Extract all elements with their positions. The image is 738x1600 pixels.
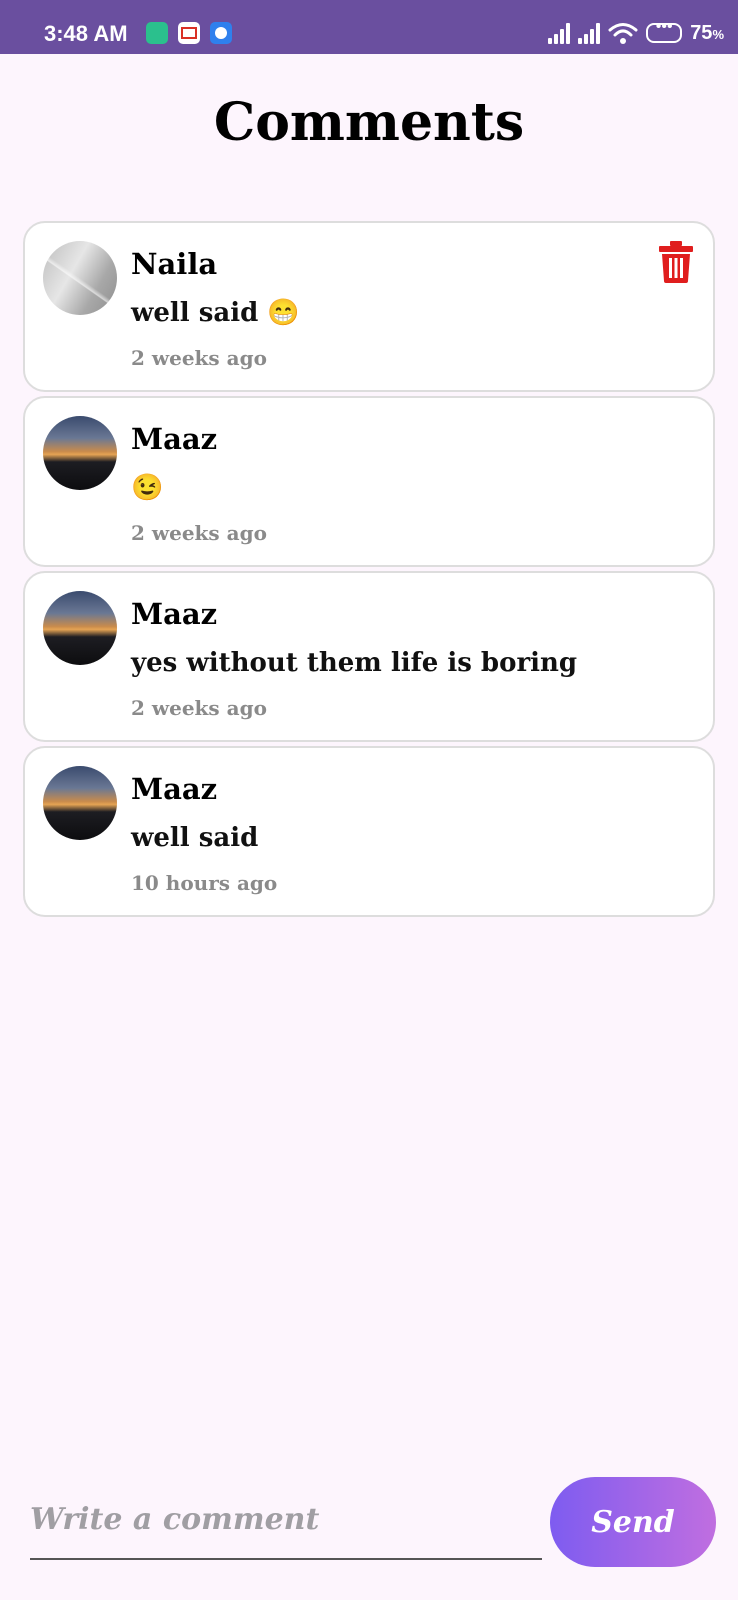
comment-card: Naila well said 😁 2 weeks ago xyxy=(23,221,715,392)
comment-text: well said 😁 xyxy=(131,298,300,328)
battery-icon xyxy=(646,18,683,43)
page-title: Comments xyxy=(213,92,525,153)
comment-composer xyxy=(30,1480,542,1562)
comment-card: Maaz yes without them life is boring 2 w… xyxy=(23,571,715,742)
status-time: 3:48 AM xyxy=(44,21,128,46)
gmail-icon xyxy=(178,22,200,44)
comment-timestamp: 2 weeks ago xyxy=(131,521,267,545)
comment-text: well said xyxy=(131,823,259,853)
comment-timestamp: 2 weeks ago xyxy=(131,696,267,720)
signal-icon xyxy=(578,22,601,44)
comment-card: Maaz 😉 2 weeks ago xyxy=(23,396,715,567)
avatar[interactable] xyxy=(43,766,117,840)
avatar[interactable] xyxy=(43,591,117,665)
comment-timestamp: 10 hours ago xyxy=(131,871,278,895)
avatar[interactable] xyxy=(43,241,117,315)
status-bar: 3:48 AM 75% xyxy=(0,0,738,54)
notification-icons xyxy=(146,22,232,44)
comment-card: Maaz well said 10 hours ago xyxy=(23,746,715,917)
status-indicators: 75% xyxy=(548,18,724,48)
commenter-name: Maaz xyxy=(131,772,218,806)
send-button[interactable]: Send xyxy=(550,1477,716,1567)
signal-icon xyxy=(548,22,571,44)
comment-list: Naila well said 😁 2 weeks ago Maaz 😉 2 w… xyxy=(23,221,715,921)
comment-input[interactable] xyxy=(30,1480,542,1560)
commenter-name: Maaz xyxy=(131,422,218,456)
commenter-name: Maaz xyxy=(131,597,218,631)
avatar[interactable] xyxy=(43,416,117,490)
commenter-name: Naila xyxy=(131,247,218,281)
messenger-icon xyxy=(210,22,232,44)
comment-timestamp: 2 weeks ago xyxy=(131,346,267,370)
shield-app-icon xyxy=(146,22,168,44)
comment-text: yes without them life is boring xyxy=(131,648,578,678)
wifi-icon xyxy=(608,23,638,44)
comment-text: 😉 xyxy=(131,473,164,503)
delete-trash-icon[interactable] xyxy=(659,241,693,283)
battery-percentage: 75% xyxy=(690,21,724,44)
